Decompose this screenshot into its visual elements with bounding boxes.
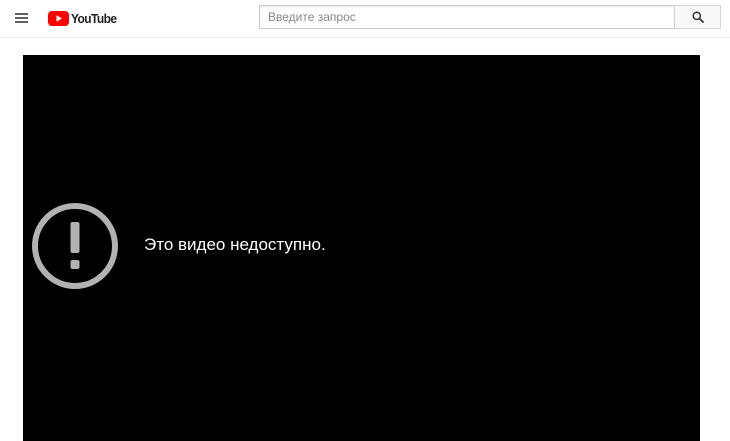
video-player[interactable]: Это видео недоступно. [23,55,700,441]
youtube-logo[interactable]: YouTube [48,9,120,27]
hamburger-menu-icon [15,13,28,15]
video-unavailable-message: Это видео недоступно. [144,235,326,254]
logo-text: YouTube [71,10,117,26]
search-input[interactable] [259,5,674,29]
exclamation-circle-icon [32,203,118,289]
youtube-play-icon [48,10,69,26]
masthead: YouTube [0,0,730,38]
search-button[interactable] [674,5,721,29]
search-icon [692,11,704,23]
menu-button[interactable] [10,7,34,29]
